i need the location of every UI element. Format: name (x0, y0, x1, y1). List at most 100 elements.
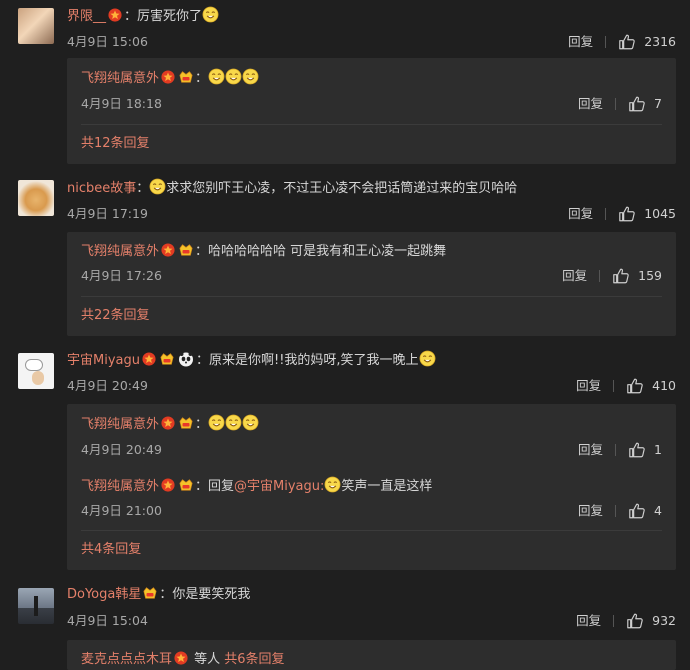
like-icon[interactable] (618, 33, 636, 51)
username[interactable]: 界限__ (67, 9, 106, 24)
like-count: 4 (654, 503, 662, 518)
reply-summary-text: 等人 (190, 652, 225, 667)
star-badge-icon (161, 416, 175, 430)
reply-text: ： (195, 417, 209, 432)
emoji-icon (225, 68, 242, 85)
like-icon[interactable] (626, 612, 644, 630)
star-badge-icon (108, 8, 122, 22)
comment-text: ：原来是你啊!!我的妈呀,笑了我一晚上 (195, 353, 419, 368)
vip-badge-icon (178, 416, 194, 430)
username[interactable]: nicbee故事 (67, 181, 136, 196)
reply-actions: 回复 7 (578, 94, 662, 114)
more-replies-link[interactable]: 共4条回复 (81, 542, 141, 557)
reply-actions: 回复 159 (562, 266, 662, 286)
avatar[interactable] (18, 8, 54, 44)
divider (615, 505, 617, 517)
username[interactable]: DoYoga韩星 (67, 587, 141, 602)
divider (613, 615, 615, 627)
emoji-icon (149, 178, 166, 195)
reply-actions: 回复 1 (578, 440, 662, 460)
more-replies-row: 共4条回复 (81, 540, 662, 560)
emoji-icon (242, 68, 259, 85)
divider (599, 270, 601, 282)
more-replies-link[interactable]: 共6条回复 (224, 652, 284, 667)
comment-body: DoYoga韩星 ：你是要笑死我 (67, 585, 676, 605)
avatar[interactable] (18, 353, 54, 389)
divider (81, 296, 662, 297)
star-badge-icon (161, 478, 175, 492)
reply-text: ：哈哈哈哈哈哈 可是我有和王心凌一起跳舞 (195, 244, 447, 259)
timestamp: 4月9日 17:19 (67, 206, 148, 221)
mention-link[interactable]: @宇宙Miyagu (234, 479, 320, 494)
more-replies-link[interactable]: 共12条回复 (81, 136, 150, 151)
comment-text: ：你是要笑死我 (159, 587, 251, 602)
star-badge-icon (161, 70, 175, 84)
reply-box: 飞翔纯属意外 ：哈哈哈哈哈哈 可是我有和王心凌一起跳舞 4月9日 17:26 回复… (67, 232, 676, 336)
timestamp: 4月9日 20:49 (67, 378, 148, 393)
reply-button[interactable]: 回复 (578, 501, 603, 521)
timestamp: 4月9日 20:49 (81, 442, 162, 457)
like-count: 410 (652, 378, 676, 393)
emoji-icon (208, 414, 225, 431)
divider (615, 444, 617, 456)
reply-button[interactable]: 回复 (568, 204, 593, 224)
like-count: 2316 (644, 34, 676, 49)
emoji-icon (324, 476, 341, 493)
like-icon[interactable] (628, 441, 646, 459)
star-badge-icon (161, 243, 175, 257)
like-count: 7 (654, 96, 662, 111)
username[interactable]: 麦克点点点木耳 (81, 652, 172, 667)
reply-text-prefix: ：回复 (195, 479, 235, 494)
like-icon[interactable] (612, 267, 630, 285)
username[interactable]: 飞翔纯属意外 (81, 479, 159, 494)
like-icon[interactable] (626, 377, 644, 395)
star-badge-icon (174, 651, 188, 665)
reply-box: 飞翔纯属意外 ： 4月9日 18:18 回复 7 共12条回复 (67, 58, 676, 164)
reply-box: 飞翔纯属意外 ： 4月9日 20:49 回复 1 飞翔纯属意外 ：回复@宇宙Miya… (67, 404, 676, 570)
like-icon[interactable] (618, 205, 636, 223)
like-icon[interactable] (628, 95, 646, 113)
more-replies-link[interactable]: 共22条回复 (81, 308, 150, 323)
reply-button[interactable]: 回复 (576, 611, 601, 631)
comment-actions: 回复 410 (576, 376, 676, 396)
timestamp: 4月9日 17:26 (81, 268, 162, 283)
comment-body: nicbee故事： 求求您别吓王心凌，不过王心凌不会把话筒递过来的宝贝哈哈 (67, 178, 676, 198)
vip-badge-icon (178, 70, 194, 84)
vip-badge-icon (159, 352, 175, 366)
divider (613, 380, 615, 392)
reply-body: 飞翔纯属意外 ：回复@宇宙Miyagu: 笑声一直是这样 (81, 476, 662, 496)
reply-button[interactable]: 回复 (578, 94, 603, 114)
comment-actions: 回复 1045 (568, 204, 676, 224)
reply-button[interactable]: 回复 (576, 376, 601, 396)
panda-emoji-icon (178, 351, 194, 367)
divider (81, 124, 662, 125)
emoji-icon (419, 350, 436, 367)
comment-text: ：厉害死你了 (124, 9, 203, 24)
timestamp: 4月9日 21:00 (81, 503, 162, 518)
divider (81, 530, 662, 531)
reply-button[interactable]: 回复 (562, 266, 587, 286)
username[interactable]: 飞翔纯属意外 (81, 417, 159, 432)
reply-summary: 麦克点点点木耳 等人 共6条回复 (81, 650, 662, 670)
comment-text: 求求您别吓王心凌，不过王心凌不会把话筒递过来的宝贝哈哈 (166, 181, 518, 196)
reply-box: 麦克点点点木耳 等人 共6条回复 (67, 640, 676, 670)
username[interactable]: 飞翔纯属意外 (81, 244, 159, 259)
timestamp: 4月9日 15:06 (67, 34, 148, 49)
avatar[interactable] (18, 180, 54, 216)
emoji-icon (202, 6, 219, 23)
comment-text-prefix: ： (136, 181, 150, 196)
like-count: 159 (638, 268, 662, 283)
like-icon[interactable] (628, 502, 646, 520)
vip-badge-icon (178, 478, 194, 492)
avatar[interactable] (18, 588, 54, 624)
more-replies-row: 共12条回复 (81, 134, 662, 154)
username[interactable]: 飞翔纯属意外 (81, 71, 159, 86)
reply-body: 飞翔纯属意外 ： (81, 414, 662, 434)
reply-button[interactable]: 回复 (568, 32, 593, 52)
comment-body: 界限__ ：厉害死你了 (67, 6, 676, 26)
reply-text: ： (195, 71, 209, 86)
username[interactable]: 宇宙Miyagu (67, 353, 140, 368)
reply-body: 飞翔纯属意外 ： (81, 68, 662, 88)
reply-button[interactable]: 回复 (578, 440, 603, 460)
divider (605, 36, 607, 48)
